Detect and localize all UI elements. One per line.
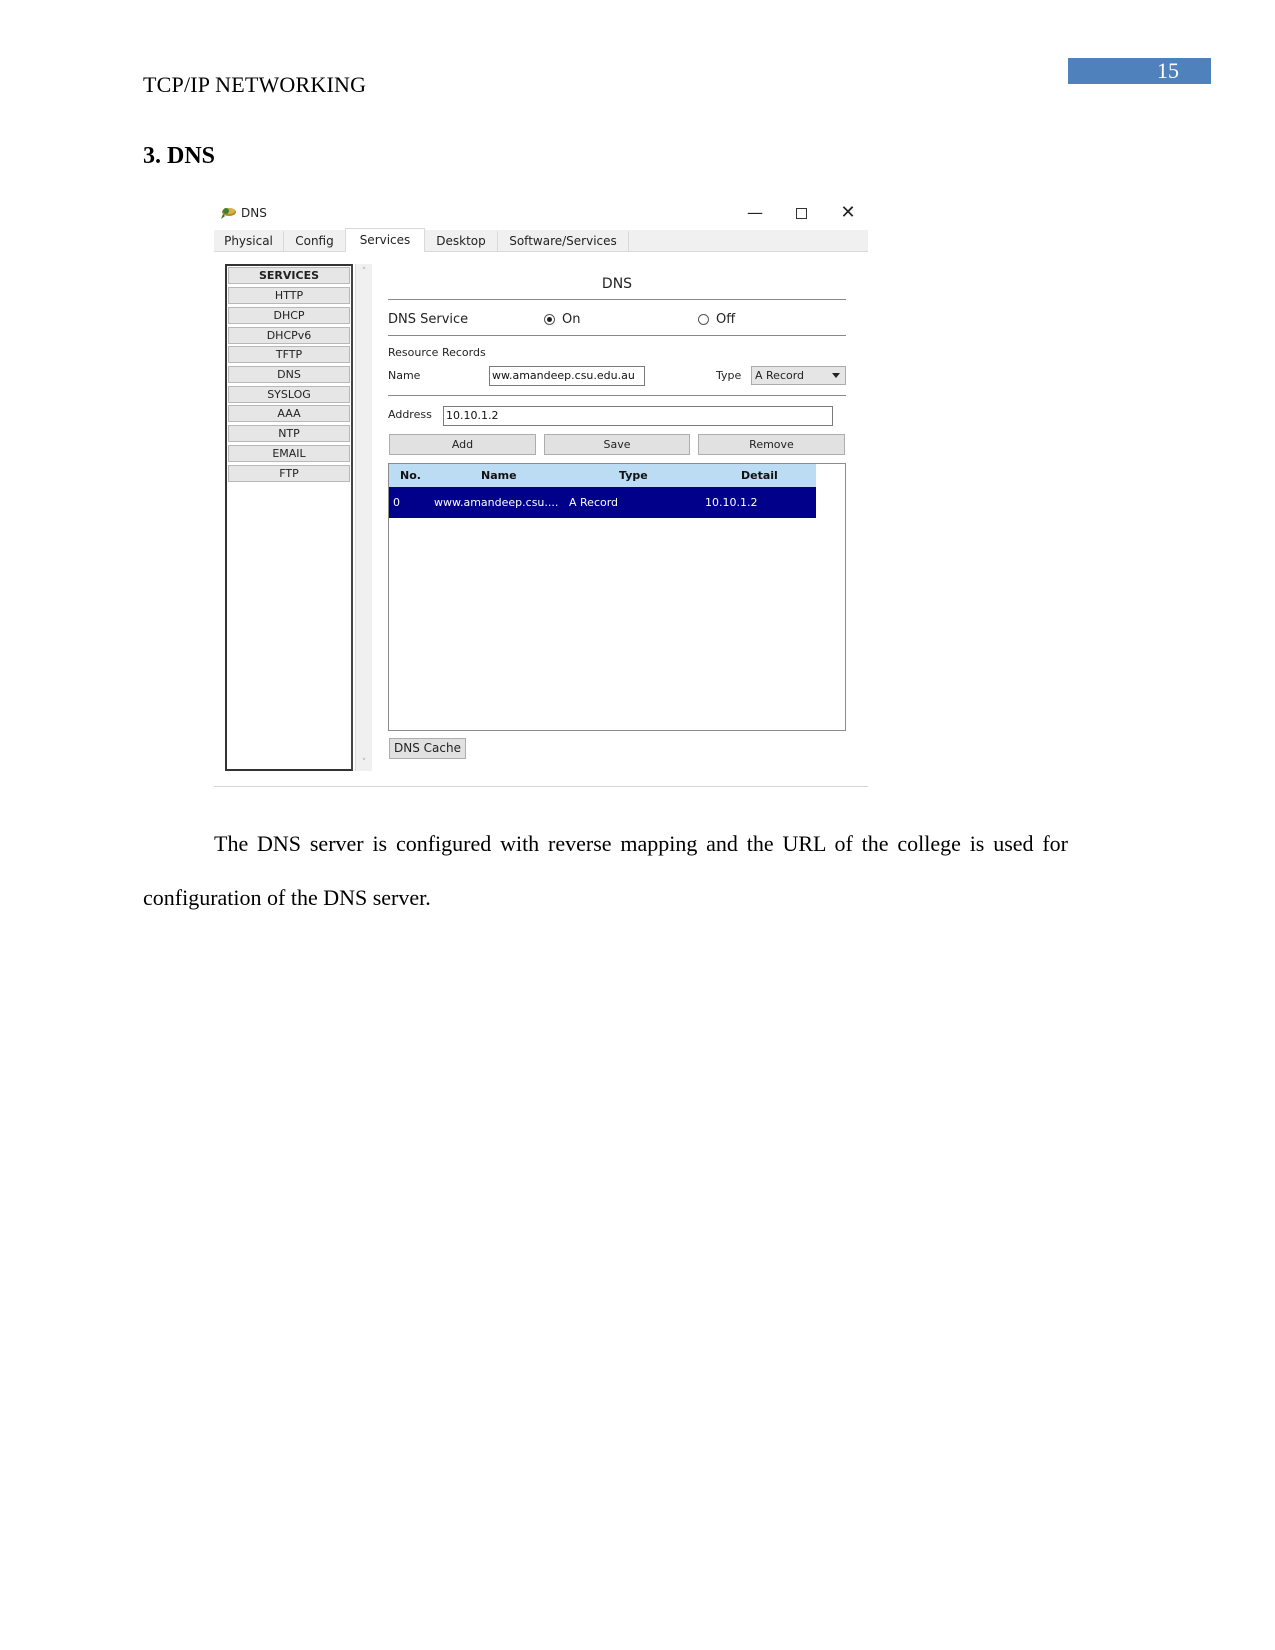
tab-software-services[interactable]: Software/Services	[498, 231, 629, 251]
type-label: Type	[716, 369, 742, 382]
window-titlebar: DNS — ✕	[214, 198, 868, 228]
dns-server-window: DNS — ✕ Physical Config Services Desktop…	[214, 198, 868, 788]
tab-services[interactable]: Services	[345, 228, 425, 252]
page-number: 15	[1157, 58, 1179, 83]
body-paragraph: The DNS server is configured with revers…	[143, 831, 1068, 910]
service-item-dhcpv6[interactable]: DHCPv6	[228, 327, 350, 344]
services-header: SERVICES	[228, 267, 350, 284]
column-header-type[interactable]: Type	[619, 464, 648, 487]
dns-cache-button[interactable]: DNS Cache	[389, 738, 466, 759]
divider	[388, 335, 846, 336]
tab-desktop[interactable]: Desktop	[425, 231, 498, 251]
tab-strip: Physical Config Services Desktop Softwar…	[214, 228, 868, 252]
table-header: No. Name Type Detail	[389, 464, 816, 487]
figure-bottom-rule	[214, 786, 868, 787]
section-title: 3. DNS	[143, 143, 216, 169]
maximize-button[interactable]	[789, 203, 813, 223]
services-scrollbar[interactable]: ˄ ˅	[355, 264, 372, 771]
dns-service-on-radio[interactable]	[544, 314, 555, 325]
dns-service-on-label: On	[562, 312, 581, 327]
service-item-ftp[interactable]: FTP	[228, 465, 350, 482]
service-item-dhcp[interactable]: DHCP	[228, 307, 350, 324]
name-label: Name	[388, 369, 421, 382]
service-item-tftp[interactable]: TFTP	[228, 346, 350, 363]
page-number-badge: 15	[1068, 58, 1211, 84]
maximize-icon	[795, 208, 807, 219]
divider	[388, 395, 846, 396]
save-button[interactable]: Save	[544, 434, 690, 455]
dns-service-off-radio[interactable]	[698, 314, 709, 325]
resource-records-label: Resource Records	[388, 346, 486, 359]
scroll-down-icon[interactable]: ˅	[356, 758, 372, 768]
remove-button[interactable]: Remove	[698, 434, 845, 455]
name-input[interactable]: ww.amandeep.csu.edu.au	[489, 366, 645, 386]
cell-detail: 10.10.1.2	[705, 496, 758, 509]
service-item-email[interactable]: EMAIL	[228, 445, 350, 462]
type-select-value: A Record	[755, 369, 805, 382]
tab-physical[interactable]: Physical	[214, 231, 284, 251]
add-button[interactable]: Add	[389, 434, 536, 455]
close-button[interactable]: ✕	[836, 203, 860, 223]
dns-records-table: No. Name Type Detail 0 www.amandeep.csu.…	[388, 463, 846, 731]
divider	[388, 299, 846, 300]
service-item-syslog[interactable]: SYSLOG	[228, 386, 350, 403]
chevron-down-icon	[832, 373, 840, 378]
cell-name: www.amandeep.csu....	[434, 496, 559, 509]
dns-service-off-label: Off	[716, 312, 736, 327]
column-header-detail[interactable]: Detail	[741, 464, 778, 487]
column-header-no[interactable]: No.	[400, 464, 421, 487]
service-item-ntp[interactable]: NTP	[228, 425, 350, 442]
table-row[interactable]: 0 www.amandeep.csu.... A Record 10.10.1.…	[389, 487, 816, 518]
close-icon: ✕	[840, 202, 856, 223]
address-input[interactable]: 10.10.1.2	[443, 406, 833, 426]
scroll-up-icon[interactable]: ˄	[356, 267, 372, 277]
service-item-aaa[interactable]: AAA	[228, 405, 350, 422]
window-title: DNS	[241, 206, 267, 220]
services-list: SERVICES HTTP DHCP DHCPv6 TFTP DNS SYSLO…	[225, 264, 353, 771]
type-select[interactable]: A Record	[751, 366, 846, 385]
running-head: TCP/IP NETWORKING	[143, 72, 367, 97]
minimize-icon: —	[747, 203, 763, 222]
service-item-dns[interactable]: DNS	[228, 366, 350, 383]
column-header-name[interactable]: Name	[481, 464, 517, 487]
minimize-button[interactable]: —	[743, 203, 767, 223]
cell-type: A Record	[569, 496, 619, 509]
dns-service-label: DNS Service	[388, 312, 469, 327]
server-device-icon	[221, 208, 236, 219]
cell-no: 0	[393, 496, 400, 509]
dns-panel-heading: DNS	[601, 276, 633, 292]
address-label: Address	[388, 408, 432, 421]
tab-config[interactable]: Config	[284, 231, 346, 251]
service-item-http[interactable]: HTTP	[228, 287, 350, 304]
